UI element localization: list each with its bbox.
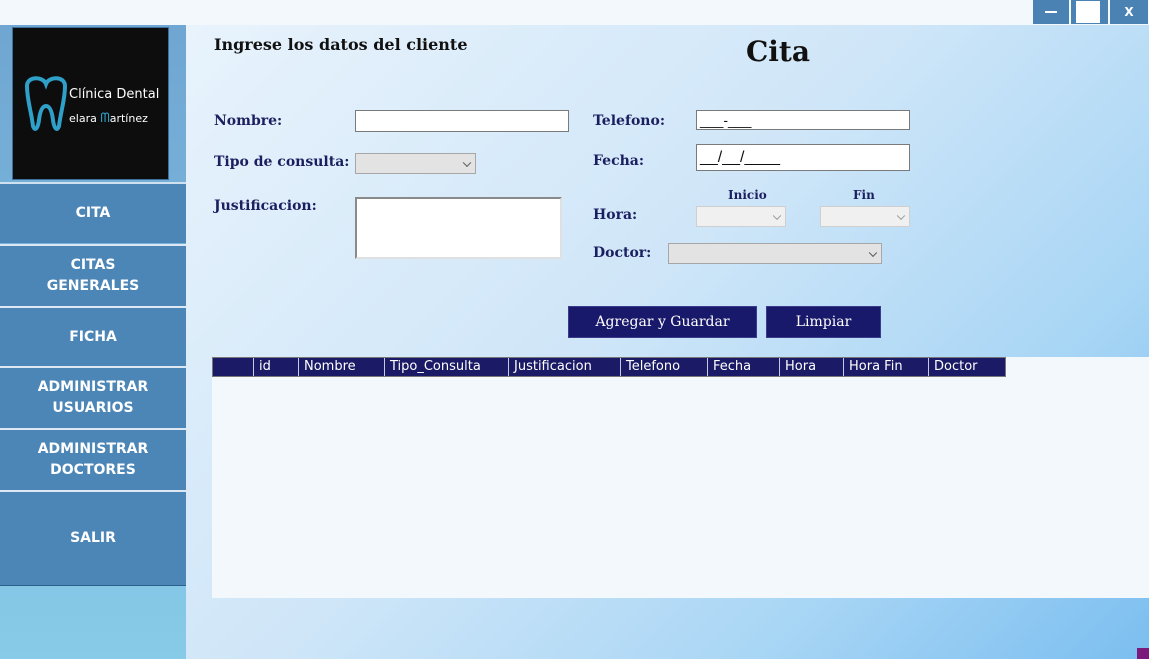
nav-cita[interactable]: CITA <box>0 182 186 243</box>
fecha-input[interactable]: __/__/____ <box>696 144 910 171</box>
doctor-label: Doctor: <box>593 245 652 261</box>
close-icon: X <box>1124 5 1134 19</box>
doctor-select[interactable] <box>668 243 882 264</box>
nombre-label: Nombre: <box>214 113 283 129</box>
column-header-telefono[interactable]: Telefono <box>620 358 707 376</box>
column-header-tipo-consulta[interactable]: Tipo_Consulta <box>384 358 508 376</box>
main-panel: Ingrese los datos del cliente Cita Nombr… <box>186 25 1149 659</box>
clinic-logo: Clínica Dental elara ᗰartínez <box>12 27 169 180</box>
agregar-guardar-button[interactable]: Agregar y Guardar <box>568 306 757 338</box>
chevron-down-icon <box>896 211 906 220</box>
tooth-icon <box>24 76 68 131</box>
nav-administrar-usuarios[interactable]: ADMINISTRAR USUARIOS <box>0 366 186 428</box>
nav-salir[interactable]: SALIR <box>0 490 186 586</box>
chevron-down-icon <box>462 158 472 167</box>
column-header-nombre[interactable]: Nombre <box>298 358 384 376</box>
minimize-button[interactable] <box>1033 0 1069 24</box>
nav-citas-generales[interactable]: CITAS GENERALES <box>0 244 186 306</box>
citas-table: id Nombre Tipo_Consulta Justificacion Te… <box>212 357 1149 598</box>
hora-inicio-select[interactable] <box>696 206 786 227</box>
limpiar-button[interactable]: Limpiar <box>766 306 881 338</box>
fecha-label: Fecha: <box>593 153 645 169</box>
justificacion-textarea[interactable] <box>355 197 562 259</box>
title-bar: X <box>0 0 1149 25</box>
nav-administrar-doctores[interactable]: ADMINISTRAR DOCTORES <box>0 428 186 490</box>
logo-line1: Clínica Dental <box>69 87 160 102</box>
table-header: id Nombre Tipo_Consulta Justificacion Te… <box>212 357 1006 377</box>
tipo-consulta-select[interactable] <box>355 153 476 174</box>
fin-label: Fin <box>853 188 875 202</box>
telefono-input[interactable]: ___-___ <box>696 110 910 130</box>
column-header-fecha[interactable]: Fecha <box>707 358 779 376</box>
justificacion-label: Justificacion: <box>214 198 317 214</box>
nav-ficha[interactable]: FICHA <box>0 306 186 366</box>
close-button[interactable]: X <box>1110 0 1148 24</box>
page-title: Cita <box>746 35 810 68</box>
minimize-icon <box>1045 11 1057 13</box>
column-header-doctor[interactable]: Doctor <box>928 358 1005 376</box>
sidebar: Clínica Dental elara ᗰartínez CITA CITAS… <box>0 25 186 659</box>
chevron-down-icon <box>772 211 782 220</box>
resize-grip[interactable] <box>1137 648 1149 659</box>
inicio-label: Inicio <box>728 188 767 202</box>
column-header-justificacion[interactable]: Justificacion <box>508 358 620 376</box>
column-header-id[interactable]: id <box>253 358 298 376</box>
column-header-hora-fin[interactable]: Hora Fin <box>843 358 928 376</box>
chevron-down-icon <box>868 248 878 257</box>
column-header-hora[interactable]: Hora <box>779 358 843 376</box>
nombre-input[interactable] <box>355 110 569 132</box>
logo-line2: elara ᗰartínez <box>69 111 148 126</box>
telefono-label: Telefono: <box>593 113 665 129</box>
maximize-icon <box>1075 1 1100 23</box>
hora-label: Hora: <box>593 207 638 223</box>
form-heading: Ingrese los datos del cliente <box>214 35 468 54</box>
hora-fin-select[interactable] <box>820 206 910 227</box>
maximize-button[interactable] <box>1071 0 1108 24</box>
column-header-selector[interactable] <box>213 358 253 376</box>
tooth-small-icon: ᗰ <box>100 111 110 126</box>
tipo-consulta-label: Tipo de consulta: <box>214 154 350 170</box>
